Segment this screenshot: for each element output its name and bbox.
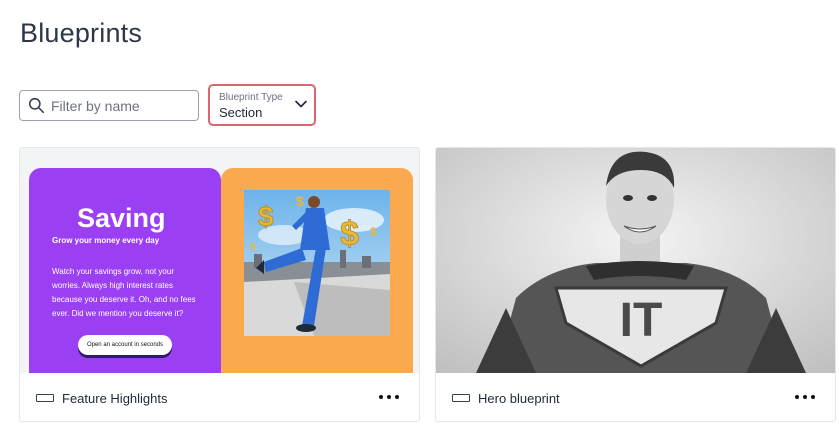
svg-text:IT: IT xyxy=(620,294,663,347)
chevron-down-icon xyxy=(295,100,307,108)
dot-icon xyxy=(395,395,399,399)
svg-text:$: $ xyxy=(258,201,274,232)
section-icon xyxy=(36,394,54,402)
svg-text:$: $ xyxy=(370,225,377,239)
blueprint-thumbnail[interactable]: IT xyxy=(436,148,835,373)
search-icon xyxy=(28,97,45,114)
section-icon xyxy=(452,394,470,402)
blueprint-card-hero-blueprint[interactable]: IT Hero blueprint xyxy=(435,147,836,422)
card-footer: Hero blueprint xyxy=(436,373,835,421)
svg-text:$: $ xyxy=(340,215,359,253)
card-footer: Feature Highlights xyxy=(20,373,419,421)
blueprint-thumbnail[interactable]: Saving Grow your money every day Watch y… xyxy=(20,148,419,373)
more-options-button[interactable] xyxy=(379,389,399,405)
blueprint-card-feature-highlights[interactable]: Saving Grow your money every day Watch y… xyxy=(19,147,420,422)
page-title: Blueprints xyxy=(20,18,143,48)
thumbnail-body-text: Watch your savings grow, not your worrie… xyxy=(52,267,196,318)
dot-icon xyxy=(795,395,799,399)
savings-person-illustration: $ $ $ $ $ xyxy=(244,190,390,336)
more-options-button[interactable] xyxy=(795,389,815,405)
dot-icon xyxy=(387,395,391,399)
blueprint-type-select[interactable]: Blueprint Type Section xyxy=(208,84,316,126)
filter-by-name-field[interactable] xyxy=(19,90,199,121)
card-title[interactable]: Feature Highlights xyxy=(62,391,168,406)
svg-text:$: $ xyxy=(296,193,304,209)
dot-icon xyxy=(803,395,807,399)
dot-icon xyxy=(811,395,815,399)
filter-by-name-input[interactable] xyxy=(51,97,191,114)
thumbnail-heading: Saving xyxy=(77,203,166,233)
dot-icon xyxy=(379,395,383,399)
thumbnail-subheading: Grow your money every day xyxy=(52,236,160,245)
card-title[interactable]: Hero blueprint xyxy=(478,391,560,406)
svg-text:$: $ xyxy=(250,242,256,253)
thumbnail-cta-button: Open an account in seconds xyxy=(78,335,172,355)
superhero-photo: IT xyxy=(436,148,835,373)
